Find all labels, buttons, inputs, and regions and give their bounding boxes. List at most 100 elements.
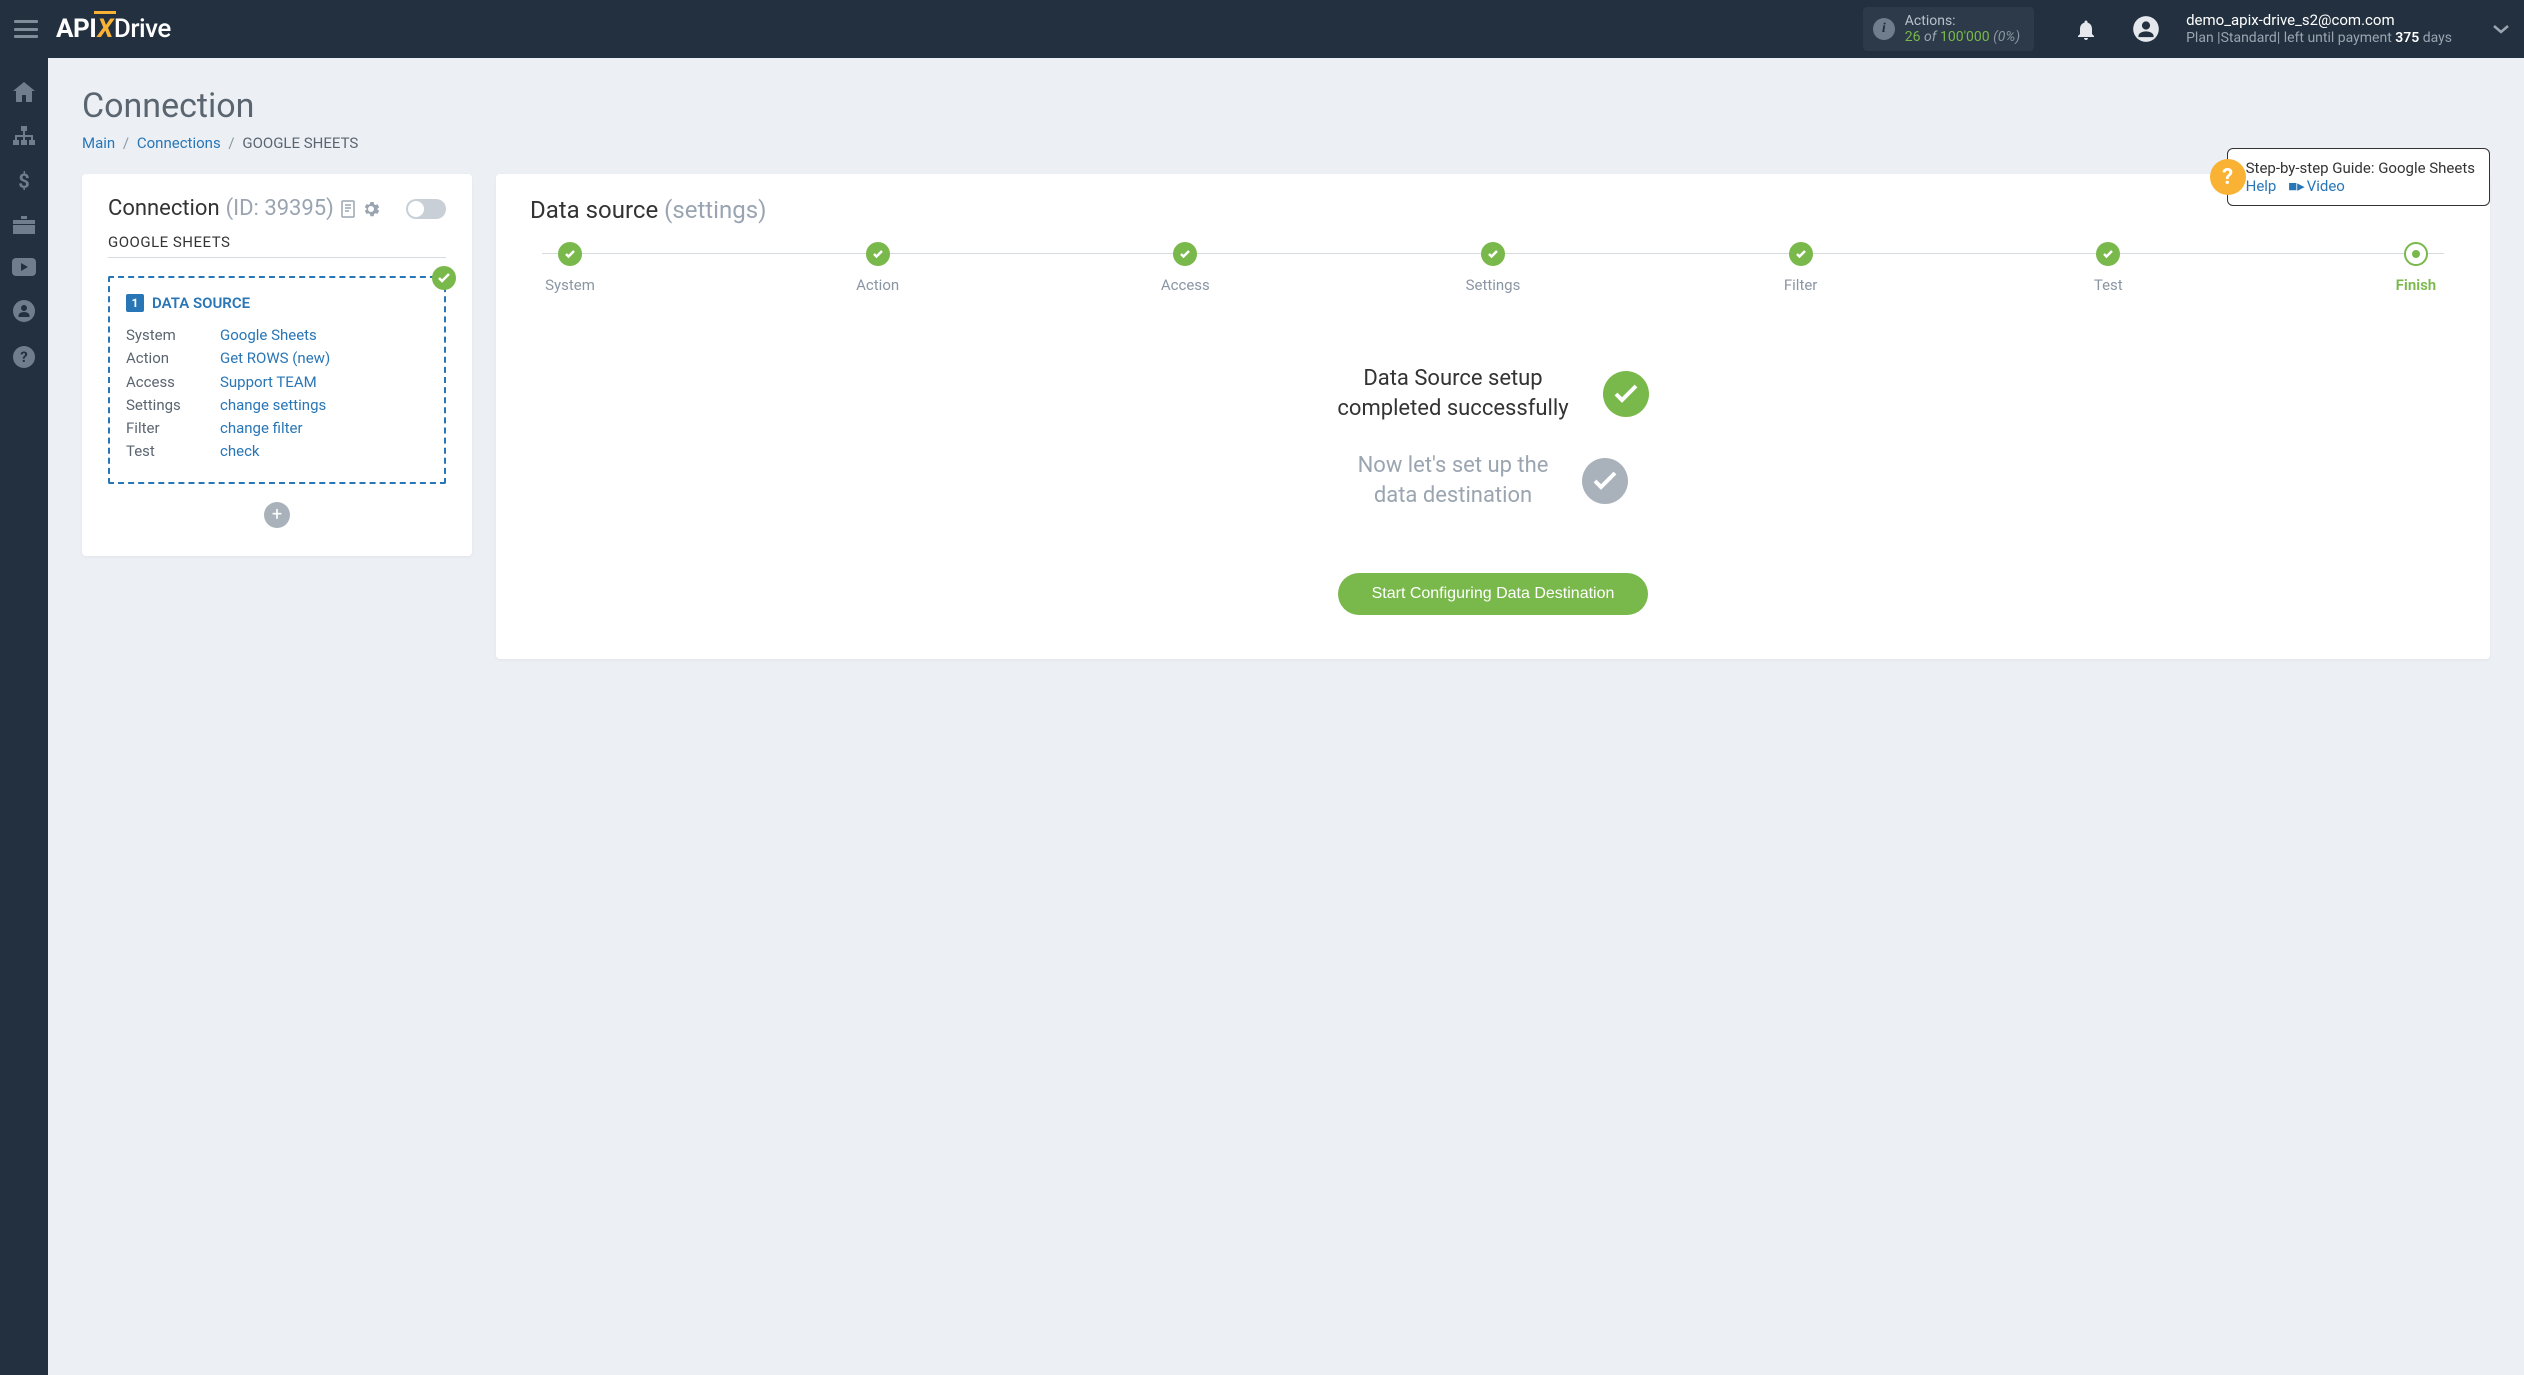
step-dot bbox=[866, 242, 890, 266]
actions-label: Actions: bbox=[1905, 13, 2020, 29]
step-dot bbox=[1789, 242, 1813, 266]
help-icon[interactable]: ? bbox=[13, 346, 35, 368]
success-message: Data Source setup completed successfully bbox=[1337, 364, 1568, 423]
ds-row: Testcheck bbox=[126, 440, 428, 463]
svg-text:$: $ bbox=[18, 170, 29, 192]
ds-row-label: Filter bbox=[126, 417, 220, 440]
step-action[interactable]: Action bbox=[838, 242, 918, 294]
ds-row-value[interactable]: Support TEAM bbox=[220, 371, 317, 394]
user-email: demo_apix-drive_s2@com.com bbox=[2186, 11, 2452, 30]
ds-row: ActionGet ROWS (new) bbox=[126, 347, 428, 370]
breadcrumb-main[interactable]: Main bbox=[82, 134, 115, 152]
actions-total: 100'000 bbox=[1940, 29, 1990, 45]
sidebar: $ ? bbox=[0, 58, 48, 1375]
bell-icon[interactable] bbox=[2076, 18, 2096, 40]
menu-toggle[interactable] bbox=[14, 20, 38, 38]
guide-help-link[interactable]: Help bbox=[2246, 177, 2277, 195]
ds-row: Filterchange filter bbox=[126, 417, 428, 440]
breadcrumb-current: GOOGLE SHEETS bbox=[242, 134, 358, 152]
ds-row-label: Test bbox=[126, 440, 220, 463]
next-step-message: Now let's set up the data destination bbox=[1358, 451, 1549, 510]
logo-part-drive: Drive bbox=[114, 14, 171, 44]
guide-box: ? Step-by-step Guide: Google Sheets Help… bbox=[2227, 148, 2490, 206]
document-icon[interactable] bbox=[340, 200, 356, 218]
ds-row-label: Action bbox=[126, 347, 220, 370]
user-plan: Plan |Standard| left until payment 375 d… bbox=[2186, 30, 2452, 48]
user-info: demo_apix-drive_s2@com.com Plan |Standar… bbox=[2186, 11, 2452, 47]
ds-row-value[interactable]: change filter bbox=[220, 417, 303, 440]
actions-of: of bbox=[1924, 29, 1936, 45]
connection-toggle[interactable] bbox=[406, 199, 446, 219]
ds-label: DATA SOURCE bbox=[152, 294, 250, 312]
user-block[interactable]: demo_apix-drive_s2@com.com Plan |Standar… bbox=[2118, 11, 2510, 47]
ds-row: SystemGoogle Sheets bbox=[126, 324, 428, 347]
guide-video-link[interactable]: Video bbox=[2307, 177, 2345, 195]
pending-check-icon bbox=[1582, 458, 1628, 504]
add-button[interactable]: + bbox=[264, 502, 290, 528]
success-check-icon bbox=[1603, 371, 1649, 417]
dollar-icon[interactable]: $ bbox=[17, 170, 31, 192]
info-icon: i bbox=[1873, 18, 1895, 40]
ds-number: 1 bbox=[126, 294, 144, 312]
step-dot bbox=[2404, 242, 2428, 266]
connection-card: Connection (ID: 39395) GOOGLE SHEETS 1 D… bbox=[82, 174, 472, 556]
ds-row-value[interactable]: check bbox=[220, 440, 260, 463]
step-test[interactable]: Test bbox=[2068, 242, 2148, 294]
connection-id: (ID: 39395) bbox=[226, 196, 334, 221]
step-label: System bbox=[545, 276, 595, 294]
main-content: Connection Main / Connections / GOOGLE S… bbox=[48, 58, 2524, 1375]
step-label: Action bbox=[856, 276, 899, 294]
step-dot bbox=[2096, 242, 2120, 266]
home-icon[interactable] bbox=[13, 82, 35, 102]
logo-part-api: API bbox=[56, 14, 96, 44]
question-icon[interactable]: ? bbox=[2210, 159, 2246, 195]
briefcase-icon[interactable] bbox=[13, 216, 35, 234]
sitemap-icon[interactable] bbox=[13, 126, 35, 146]
step-label: Filter bbox=[1784, 276, 1818, 294]
start-destination-button[interactable]: Start Configuring Data Destination bbox=[1338, 573, 1649, 615]
step-label: Finish bbox=[2396, 276, 2437, 294]
breadcrumb: Main / Connections / GOOGLE SHEETS bbox=[82, 134, 2490, 152]
data-source-box[interactable]: 1 DATA SOURCE SystemGoogle SheetsActionG… bbox=[108, 276, 446, 484]
guide-title: Step-by-step Guide: Google Sheets bbox=[2246, 159, 2475, 177]
step-dot bbox=[1481, 242, 1505, 266]
step-settings[interactable]: Settings bbox=[1453, 242, 1533, 294]
step-label: Test bbox=[2094, 276, 2123, 294]
actions-count: 26 bbox=[1905, 29, 1921, 45]
ds-row-label: Access bbox=[126, 371, 220, 394]
ds-row: Settingschange settings bbox=[126, 394, 428, 417]
ds-row: AccessSupport TEAM bbox=[126, 371, 428, 394]
ds-row-value[interactable]: change settings bbox=[220, 394, 326, 417]
video-icon: ■▸ bbox=[2288, 177, 2305, 195]
youtube-icon[interactable] bbox=[12, 258, 36, 276]
actions-pct: (0%) bbox=[1993, 29, 2020, 45]
ds-row-label: System bbox=[126, 324, 220, 347]
step-dot bbox=[1173, 242, 1197, 266]
connection-title: Connection bbox=[108, 196, 220, 221]
ds-row-value[interactable]: Google Sheets bbox=[220, 324, 317, 347]
gear-icon[interactable] bbox=[362, 200, 380, 218]
step-dot bbox=[558, 242, 582, 266]
step-access[interactable]: Access bbox=[1145, 242, 1225, 294]
actions-box[interactable]: i Actions: 26 of 100'000 (0%) bbox=[1863, 7, 2034, 51]
ds-settings-title: Data source bbox=[530, 196, 658, 224]
svg-text:?: ? bbox=[20, 348, 27, 366]
step-finish[interactable]: Finish bbox=[2376, 242, 2456, 294]
step-label: Access bbox=[1161, 276, 1210, 294]
connection-subtitle: GOOGLE SHEETS bbox=[108, 233, 446, 258]
data-source-settings-card: Data source (settings) System Action Acces… bbox=[496, 174, 2490, 659]
page-title: Connection bbox=[82, 86, 2490, 126]
logo-part-x: X bbox=[96, 14, 114, 44]
step-filter[interactable]: Filter bbox=[1761, 242, 1841, 294]
step-system[interactable]: System bbox=[530, 242, 610, 294]
breadcrumb-connections[interactable]: Connections bbox=[137, 134, 221, 152]
topbar: APIXDrive i Actions: 26 of 100'000 (0%) … bbox=[0, 0, 2524, 58]
ds-row-value[interactable]: Get ROWS (new) bbox=[220, 347, 330, 370]
step-label: Settings bbox=[1466, 276, 1521, 294]
user-icon bbox=[2132, 15, 2160, 43]
profile-icon[interactable] bbox=[13, 300, 35, 322]
logo[interactable]: APIXDrive bbox=[56, 14, 171, 44]
stepper: System Action Access Settings Filter Test Fini… bbox=[530, 242, 2456, 294]
chevron-down-icon[interactable] bbox=[2492, 23, 2510, 35]
ds-settings-subtitle: (settings) bbox=[664, 196, 766, 224]
